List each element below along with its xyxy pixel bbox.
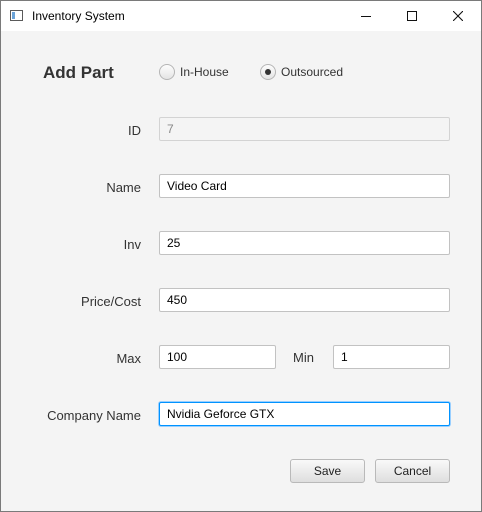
inv-field[interactable] xyxy=(159,231,450,255)
radio-button-selected-icon[interactable] xyxy=(260,64,276,80)
id-field[interactable] xyxy=(159,117,450,141)
company-name-label: Company Name xyxy=(47,408,141,423)
min-field[interactable] xyxy=(333,345,450,369)
max-field[interactable] xyxy=(159,345,276,369)
max-label: Max xyxy=(116,351,141,366)
name-label: Name xyxy=(106,180,141,195)
radio-label: Outsourced xyxy=(281,65,344,79)
price-field[interactable] xyxy=(159,288,450,312)
min-label: Min xyxy=(293,350,314,365)
name-field[interactable] xyxy=(159,174,450,198)
id-label: ID xyxy=(128,123,141,138)
radio-label: In-House xyxy=(180,65,229,79)
close-icon[interactable] xyxy=(435,1,481,31)
window-title: Inventory System xyxy=(32,9,125,23)
company-name-field[interactable] xyxy=(159,402,450,426)
maximize-icon[interactable] xyxy=(389,1,435,31)
radio-button-icon[interactable] xyxy=(159,64,175,80)
cancel-button[interactable]: Cancel xyxy=(375,459,450,483)
price-label: Price/Cost xyxy=(81,294,141,309)
page-title: Add Part xyxy=(43,63,114,82)
app-window-icon xyxy=(10,10,23,21)
minimize-icon[interactable] xyxy=(343,1,389,31)
save-button[interactable]: Save xyxy=(290,459,365,483)
inv-label: Inv xyxy=(123,237,141,252)
app-window: Inventory System Add Part In-House Outso… xyxy=(0,0,482,512)
title-bar[interactable]: Inventory System xyxy=(1,1,481,31)
